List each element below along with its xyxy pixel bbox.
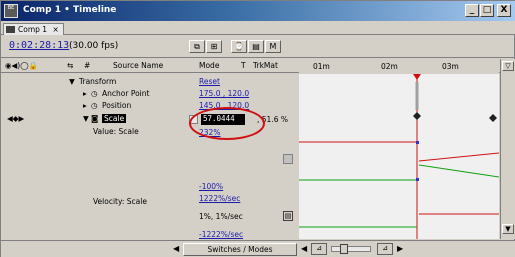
layer-outline: ▼ Transform ▸ ◷ Anchor Point ▸ ◷ Positio… [1,74,183,239]
zoom-slider-thumb[interactable] [340,244,348,254]
comp-flowchart-button[interactable]: ⧉ [189,40,205,53]
graph-area[interactable] [299,74,500,239]
keyframe-nav-icons[interactable]: ◀◆▶ [7,114,24,123]
tab-close-icon[interactable]: × [52,25,58,34]
zoom-in-icon[interactable]: ⊿ [377,243,393,255]
time-indicator-head[interactable] [413,74,421,80]
tab-label: Comp 1 [18,25,48,34]
graph-handle-top[interactable] [416,141,419,144]
fps-label: (30.00 fps) [69,41,119,51]
draft-3d-button[interactable]: ▤ [248,40,264,53]
scroll-down-icon[interactable]: ▼ [502,224,514,234]
stopwatch-icon[interactable]: ◷ [91,89,98,98]
zoom-slider[interactable] [331,244,371,254]
ruler-label-1: 01m [313,62,330,71]
app-icon: BE [4,4,18,18]
velocity-value[interactable]: 1222%/sec [199,194,240,203]
scroll-left-tl-icon[interactable]: ◀ [301,244,307,253]
anchor-point-label: Anchor Point [102,89,150,98]
position-twirl-icon[interactable]: ▸ [83,101,87,110]
min-percent-value: -100% [199,182,224,191]
close-button[interactable]: X [497,4,511,17]
current-time[interactable]: 0:02:28:13 [9,40,69,51]
mode-header: Mode [199,61,220,70]
keyframe-diamond-right[interactable] [489,114,497,122]
tab-bar: Comp 1 × [1,21,515,35]
scroll-right-icon[interactable]: ▶ [397,244,403,253]
stopwatch-active-icon[interactable]: ◙ [91,114,98,123]
scroll-up-icon[interactable]: ▽ [502,61,514,71]
position-label: Position [102,101,132,110]
label-hash: # [84,61,91,70]
velocity-row2: 1%, 1%/sec [199,212,243,221]
trkmat-header: TrkMat [253,61,278,70]
graph-handle-bottom[interactable] [416,178,419,181]
app-icon-text: BE [7,5,15,11]
av-features-icons: ◉◀)◯🔒 [5,61,38,70]
time-controls: 0:02:28:13 (30.00 fps) ⧉ ⊞ ⌚ ▤ M [1,36,515,86]
ruler-label-3: 03m [442,62,459,71]
bottom-bar: ◀ Switches / Modes ◀ ⊿ ⊿ ▶ [1,240,515,257]
graph-menu-icon[interactable]: ▤ [283,211,293,221]
anchor-twirl-icon[interactable]: ▸ [83,89,87,98]
scale-twirl-icon[interactable]: ▼ [83,114,89,123]
motion-blur-button[interactable]: M [265,40,281,53]
timeline-window: BE Comp 1 • Timeline _ □ X Comp 1 × 0:02… [0,0,515,257]
transform-twirl-icon[interactable]: ▼ [69,77,75,86]
scroll-left-icon[interactable]: ◀ [173,244,179,253]
transform-reset-link[interactable]: Reset [199,77,220,86]
tab-comp1[interactable]: Comp 1 × [3,23,64,35]
velocity-row3: -1222%/sec [199,230,244,239]
highlight-circle [189,107,265,140]
anchor-point-value[interactable]: 175.0 , 120.0 [199,89,249,98]
t-header: T [241,61,246,70]
value-graph-red-after [418,152,500,162]
keyframe-diamond[interactable] [413,112,421,120]
ruler-label-2: 02m [381,62,398,71]
shy-icon[interactable]: ⇆ [67,61,73,70]
live-update-button[interactable]: ⌚ [231,40,247,53]
velocity-scale-label: Velocity: Scale [93,197,147,206]
scale-label[interactable]: Scale [102,114,127,123]
minimize-button[interactable]: _ [465,4,479,17]
window-title: Comp 1 • Timeline [23,5,117,15]
switches-modes-button[interactable]: Switches / Modes [183,243,297,256]
maximize-button[interactable]: □ [480,4,494,17]
graph-svg [299,74,500,239]
graph-option-box[interactable] [283,154,293,164]
comp-icon [6,26,15,33]
value-scale-label: Value: Scale [93,127,139,136]
time-ruler[interactable]: 01m 02m 03m [299,59,499,73]
zoom-out-icon[interactable]: ⊿ [311,243,327,255]
source-name-header[interactable]: Source Name [113,61,163,70]
vertical-scrollbar[interactable]: ▽ ▼ [500,59,515,239]
mode-panel: Reset 175.0 , 120.0 145.0 , 120.0 , 51.6… [185,74,297,239]
value-graph-green-after [418,164,500,178]
comp-window-button[interactable]: ⊞ [206,40,222,53]
transform-label: Transform [79,77,117,86]
stopwatch-icon[interactable]: ◷ [91,101,98,110]
title-bar[interactable]: BE Comp 1 • Timeline _ □ X [1,1,515,21]
